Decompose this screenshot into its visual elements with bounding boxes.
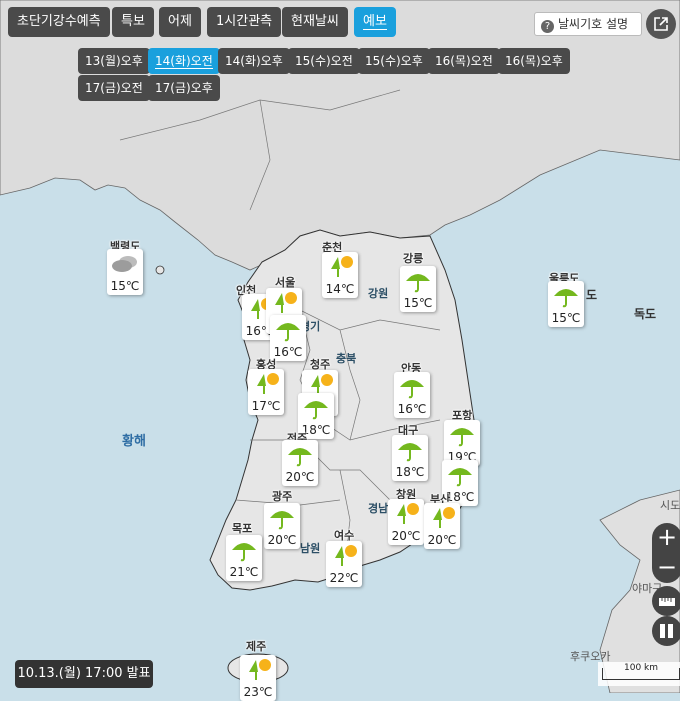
- external-link-button[interactable]: [646, 9, 676, 39]
- temperature-label: 22℃: [329, 571, 359, 585]
- scale-bar: 100 km: [598, 662, 680, 686]
- temperature-label: 15℃: [403, 296, 433, 310]
- weather-card[interactable]: 15℃: [400, 266, 436, 312]
- temperature-label: 23℃: [243, 685, 273, 699]
- layers-tool-button[interactable]: [652, 616, 680, 646]
- time-label: 14(화)오후: [225, 54, 283, 68]
- tab-nowcast[interactable]: 초단기강수예측: [8, 7, 110, 37]
- time-label: 16(목)오전: [435, 54, 493, 68]
- issued-time-badge: 10.13.(월) 17:00 발표: [15, 660, 153, 688]
- scale-label: 100 km: [624, 663, 659, 673]
- time-button[interactable]: 14(화)오후: [218, 48, 290, 74]
- time-button[interactable]: 16(목)오전: [428, 48, 500, 74]
- weather-card[interactable]: 14℃: [322, 252, 358, 298]
- weather-card[interactable]: 20℃: [264, 503, 300, 549]
- temperature-label: 20℃: [267, 533, 297, 547]
- weather-card[interactable]: 22℃: [326, 541, 362, 587]
- temperature-label: 17℃: [251, 399, 281, 413]
- region-label-chungbuk: 충북: [336, 352, 357, 365]
- map-canvas[interactable]: [0, 0, 680, 693]
- ruler-icon: [659, 598, 675, 606]
- temperature-label: 14℃: [325, 282, 355, 296]
- temperature-label: 16℃: [397, 402, 427, 416]
- tab-hourly-obs[interactable]: 1시간관측: [207, 7, 282, 37]
- region-label-namwon: 남원: [300, 542, 321, 555]
- station-name-label: 제주: [246, 640, 267, 653]
- tab-current-weather[interactable]: 현재날씨: [282, 7, 348, 37]
- weather-card[interactable]: 21℃: [226, 535, 262, 581]
- time-label: 15(수)오후: [365, 54, 423, 68]
- weather-card[interactable]: 17℃: [248, 369, 284, 415]
- station-name-label: 광주: [272, 490, 293, 503]
- tab-label: 초단기강수예측: [17, 14, 101, 29]
- help-icon: ?: [541, 20, 554, 33]
- island-label-ulleung: 도: [586, 288, 598, 302]
- ruler-tool-button[interactable]: [652, 586, 680, 616]
- time-label: 16(목)오후: [505, 54, 563, 68]
- weather-card[interactable]: 20℃: [388, 499, 424, 545]
- time-button[interactable]: 15(수)오전: [288, 48, 360, 74]
- temperature-label: 21℃: [229, 565, 259, 579]
- time-button[interactable]: 13(월)오후: [78, 48, 150, 74]
- tab-label: 예보: [363, 14, 387, 30]
- time-label: 13(월)오후: [85, 54, 143, 68]
- weather-legend-button[interactable]: ? 날씨기호 설명: [534, 12, 642, 36]
- weather-card[interactable]: 20℃: [282, 440, 318, 486]
- temperature-label: 18℃: [395, 465, 425, 479]
- zoom-out-button[interactable]: −: [652, 553, 680, 583]
- time-label: 14(화)오전: [155, 54, 213, 69]
- region-label-gyeongnam: 경남: [368, 502, 389, 515]
- temperature-label: 20℃: [427, 533, 457, 547]
- temperature-label: 20℃: [391, 529, 421, 543]
- region-label-gangwon: 강원: [368, 287, 389, 300]
- layers-icon: [660, 624, 673, 638]
- tab-forecast[interactable]: 예보: [354, 7, 396, 37]
- time-button-selected[interactable]: 14(화)오전: [148, 48, 220, 74]
- time-label: 15(수)오전: [295, 54, 353, 68]
- weather-card[interactable]: 15℃: [548, 281, 584, 327]
- legend-button-label: 날씨기호 설명: [558, 17, 629, 31]
- island-label-dokdo: 독도: [634, 307, 657, 321]
- tab-label: 특보: [121, 14, 145, 29]
- station-name-label: 목포: [232, 522, 253, 535]
- tab-label: 현재날씨: [291, 14, 339, 29]
- temperature-label: 15℃: [551, 311, 581, 325]
- weather-card[interactable]: 18℃: [392, 435, 428, 481]
- tab-yesterday[interactable]: 어제: [159, 7, 201, 37]
- time-button[interactable]: 15(수)오후: [358, 48, 430, 74]
- weather-card[interactable]: 23℃: [240, 655, 276, 701]
- tab-warnings[interactable]: 특보: [112, 7, 154, 37]
- time-button[interactable]: 16(목)오후: [498, 48, 570, 74]
- time-label: 17(금)오후: [155, 81, 213, 95]
- tab-label: 1시간관측: [216, 14, 273, 29]
- temperature-label: 15℃: [110, 279, 140, 293]
- tab-label: 어제: [168, 14, 192, 29]
- sea-label-yellow-sea: 황해: [122, 434, 146, 449]
- weather-card[interactable]: 16℃: [270, 315, 306, 361]
- japan-label-shido: 시도: [660, 499, 680, 512]
- time-button[interactable]: 17(금)오전: [78, 75, 150, 101]
- zoom-in-button[interactable]: +: [652, 523, 680, 553]
- temperature-label: 20℃: [285, 470, 315, 484]
- external-link-icon: [654, 17, 668, 31]
- baengnyeong-island: [155, 265, 165, 275]
- time-button[interactable]: 17(금)오후: [148, 75, 220, 101]
- station-name-label: 강릉: [403, 252, 424, 265]
- time-label: 17(금)오전: [85, 81, 143, 95]
- weather-card[interactable]: 16℃: [394, 372, 430, 418]
- weather-card[interactable]: 15℃: [107, 249, 143, 295]
- weather-card[interactable]: 20℃: [424, 503, 460, 549]
